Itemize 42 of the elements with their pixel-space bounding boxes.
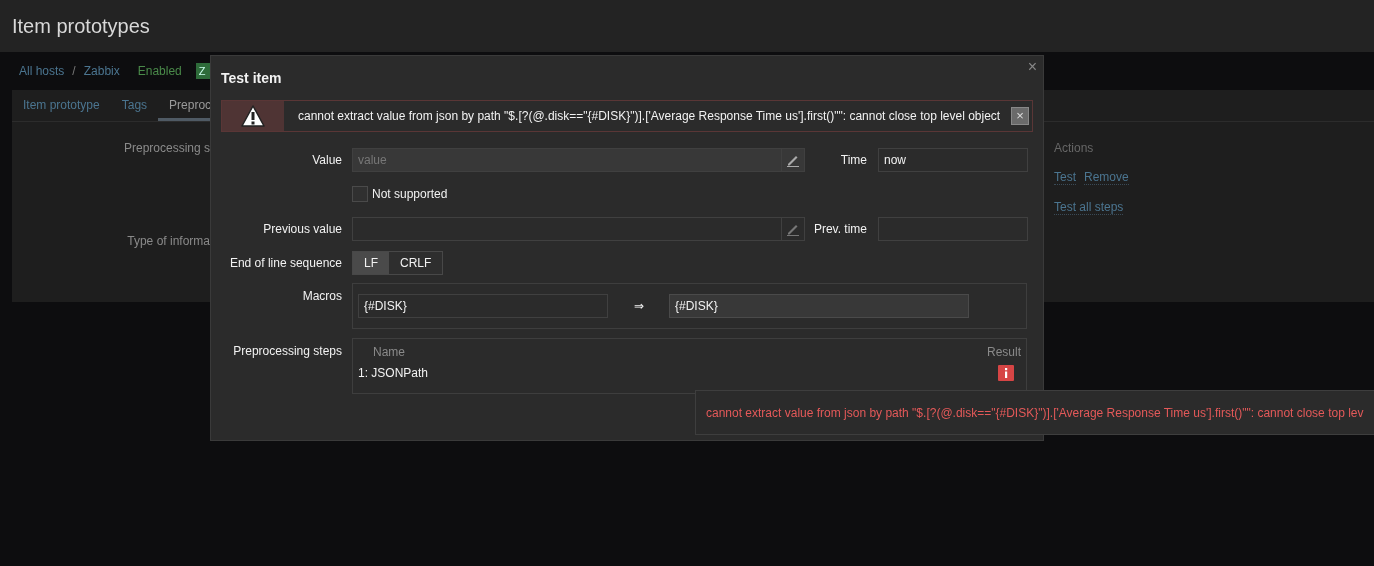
- column-header: Name: [373, 345, 405, 359]
- column-header: Result: [987, 345, 1021, 359]
- breadcrumb-link[interactable]: Zabbix: [83, 64, 120, 78]
- field-label: Time: [839, 153, 867, 167]
- macro-value-field[interactable]: {#DISK}: [669, 294, 969, 318]
- edit-button[interactable]: [781, 148, 805, 172]
- field-label: Macros: [301, 288, 342, 303]
- test-all-link[interactable]: Test all steps: [1054, 200, 1124, 215]
- status-link[interactable]: Enabled: [137, 64, 182, 78]
- action-link[interactable]: Remove: [1084, 170, 1129, 185]
- tab[interactable]: Tags: [110, 90, 159, 121]
- pencil-icon: [786, 222, 800, 236]
- table-cell: 1: JSONPath: [358, 366, 429, 380]
- arrow-symbol: ⇒: [632, 299, 645, 313]
- macro-field[interactable]: {#DISK}: [358, 294, 608, 318]
- time-field[interactable]: now: [878, 148, 1028, 172]
- field-label: Previous value: [262, 222, 342, 236]
- info-icon[interactable]: [998, 365, 1014, 381]
- form-label: Preprocessing s: [123, 141, 210, 155]
- checkbox-label: Not supported: [372, 187, 448, 201]
- pencil-icon: [786, 153, 800, 167]
- form-label: Type of informa: [127, 234, 210, 248]
- value-field[interactable]: value: [352, 148, 781, 172]
- dismiss-button[interactable]: ×: [1011, 107, 1029, 125]
- checkbox[interactable]: [352, 186, 368, 202]
- field-label: Value: [311, 153, 342, 167]
- close-button[interactable]: ×: [1027, 58, 1037, 76]
- tab[interactable]: Item prototype: [12, 90, 111, 121]
- field-label: Prev. time: [812, 222, 867, 236]
- edit-button[interactable]: [781, 217, 805, 241]
- breadcrumb-separator: /: [72, 64, 76, 78]
- page-title: Item prototypes: [12, 14, 150, 38]
- action-link[interactable]: Test: [1054, 170, 1076, 185]
- warning-icon: [241, 105, 265, 127]
- segment-button[interactable]: LF: [353, 252, 389, 274]
- tooltip-text: cannot extract value from json by path "$.[?(@.disk=="{#DISK}")].['Average Response Time us'].first()"": cannot close top lev: [706, 405, 1364, 420]
- error-message: cannot extract value from json by path "$.[?(@.disk=="{#DISK}")].['Average Response Time us'].first()"": cannot close top level object: [298, 109, 1002, 123]
- field-label: Preprocessing steps: [232, 343, 342, 358]
- breadcrumb-link[interactable]: All hosts: [19, 64, 65, 78]
- column-header: Actions: [1054, 141, 1095, 155]
- dialog-title: Test item: [221, 70, 283, 86]
- field-label: End of line sequence: [228, 256, 342, 270]
